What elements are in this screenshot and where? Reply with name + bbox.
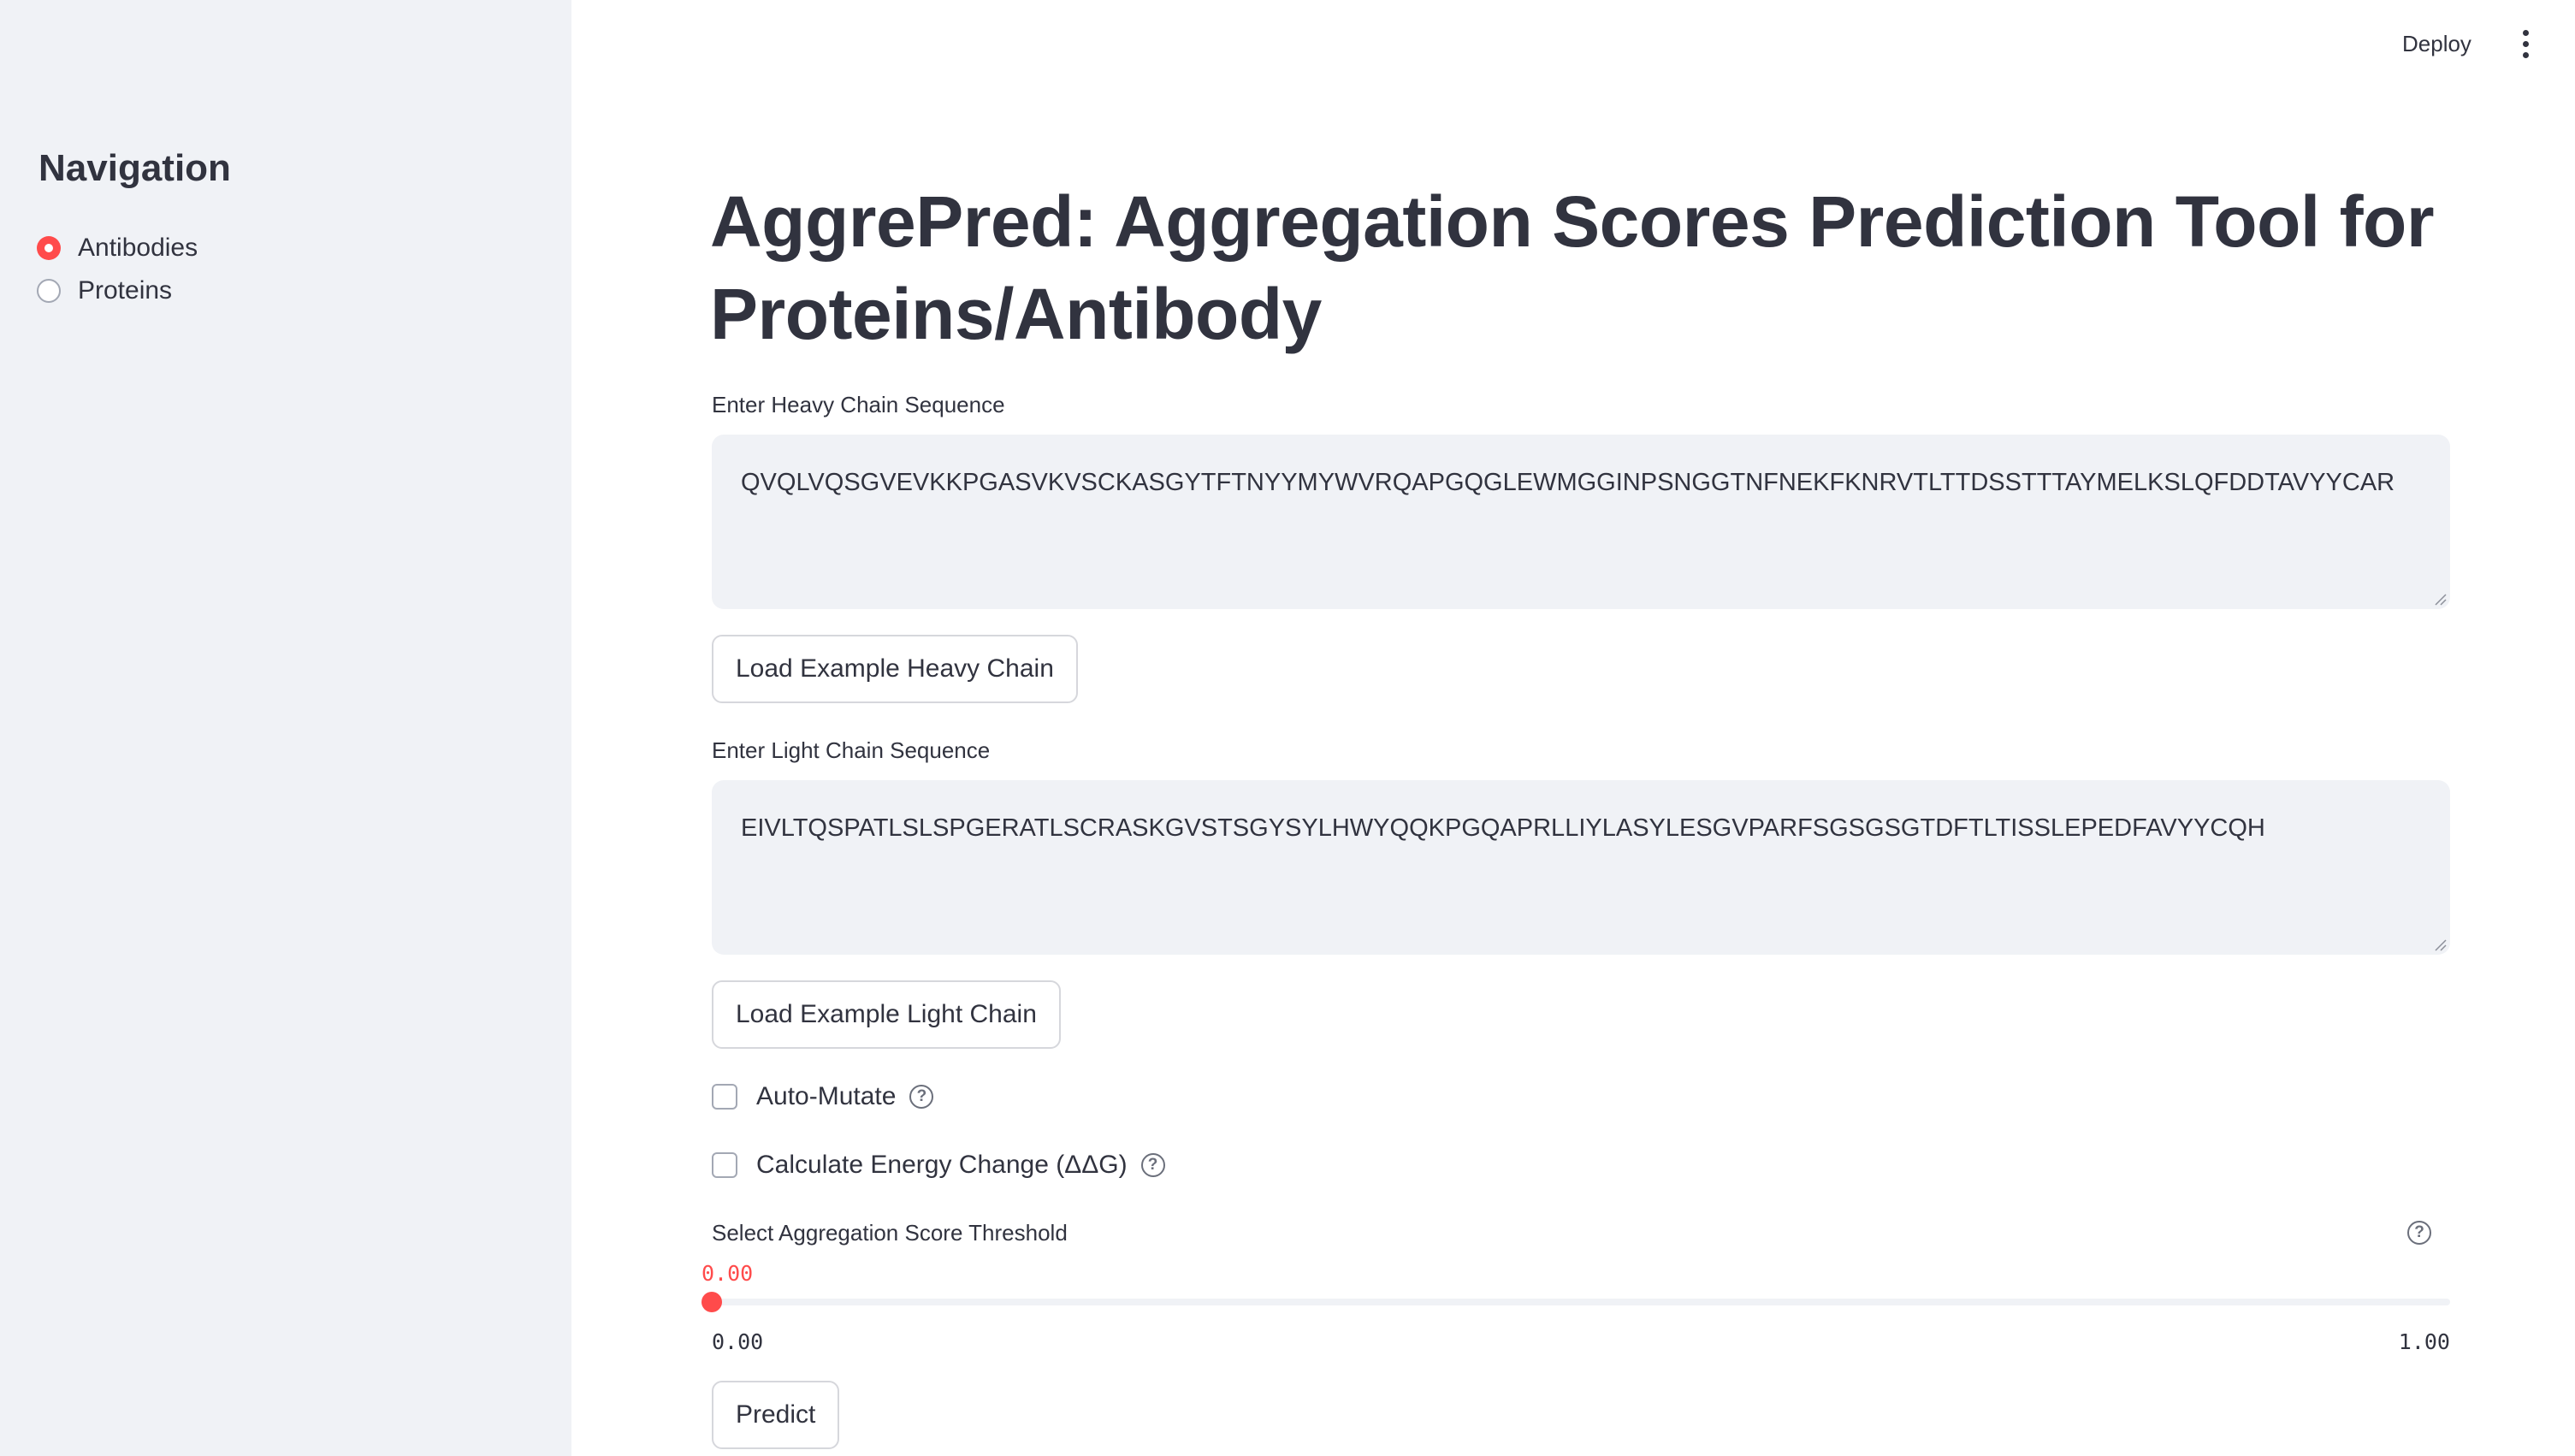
sidebar: Navigation Antibodies Proteins [0, 0, 571, 1456]
heavy-chain-label: Enter Heavy Chain Sequence [712, 392, 1005, 417]
auto-mutate-checkbox[interactable]: Auto-Mutate ? [712, 1078, 934, 1116]
heavy-chain-value: QVQLVQSGVEVKKPGASVKVSCKASGYTFTNYYMYWVRQA… [741, 469, 2395, 496]
checkbox-box[interactable] [712, 1152, 737, 1178]
radio-unselected-icon [37, 279, 61, 303]
heavy-chain-input[interactable]: QVQLVQSGVEVKKPGASVKVSCKASGYTFTNYYMYWVRQA… [712, 435, 2450, 609]
sidebar-title: Navigation [38, 147, 231, 189]
load-example-light-chain-button[interactable]: Load Example Light Chain [712, 980, 1061, 1049]
resize-handle-icon[interactable] [2433, 938, 2447, 951]
checkbox-box[interactable] [712, 1084, 737, 1110]
light-chain-input[interactable]: EIVLTQSPATLSLSPGERATLSCRASKGVSTSGYSYLHWY… [712, 780, 2450, 955]
threshold-slider-thumb[interactable] [701, 1292, 722, 1312]
nav-radio-antibodies[interactable]: Antibodies [37, 229, 198, 267]
energy-change-label: Calculate Energy Change (ΔΔG) [756, 1151, 1128, 1179]
slider-max-label: 1.00 [2398, 1329, 2450, 1354]
nav-radio-proteins[interactable]: Proteins [37, 272, 172, 310]
menu-dot [2522, 51, 2529, 58]
slider-min-label: 0.00 [712, 1329, 764, 1354]
predict-button[interactable]: Predict [712, 1381, 840, 1449]
help-icon[interactable]: ? [2407, 1221, 2431, 1245]
menu-dot [2522, 29, 2529, 36]
nav-radio-label: Proteins [78, 276, 173, 305]
radio-selected-icon [37, 236, 61, 260]
nav-radio-label: Antibodies [78, 234, 198, 262]
slider-current-value: 0.00 [701, 1261, 754, 1286]
threshold-slider-track[interactable] [712, 1299, 2450, 1305]
app-root: Navigation Antibodies Proteins Deploy Ag… [0, 0, 2575, 1456]
help-icon[interactable]: ? [1140, 1153, 1165, 1177]
menu-dot [2522, 40, 2529, 47]
energy-change-checkbox[interactable]: Calculate Energy Change (ΔΔG) ? [712, 1146, 1165, 1184]
load-example-heavy-chain-button[interactable]: Load Example Heavy Chain [712, 635, 1078, 703]
light-chain-label: Enter Light Chain Sequence [712, 737, 991, 763]
threshold-label: Select Aggregation Score Threshold [712, 1220, 1068, 1246]
kebab-menu-icon[interactable] [2508, 24, 2542, 63]
resize-handle-icon[interactable] [2433, 592, 2447, 606]
help-icon[interactable]: ? [909, 1085, 934, 1109]
deploy-button[interactable]: Deploy [2378, 21, 2495, 67]
light-chain-value: EIVLTQSPATLSLSPGERATLSCRASKGVSTSGYSYLHWY… [741, 814, 2265, 842]
auto-mutate-label: Auto-Mutate [756, 1082, 897, 1110]
page-title: AggrePred: Aggregation Scores Prediction… [710, 181, 2435, 354]
